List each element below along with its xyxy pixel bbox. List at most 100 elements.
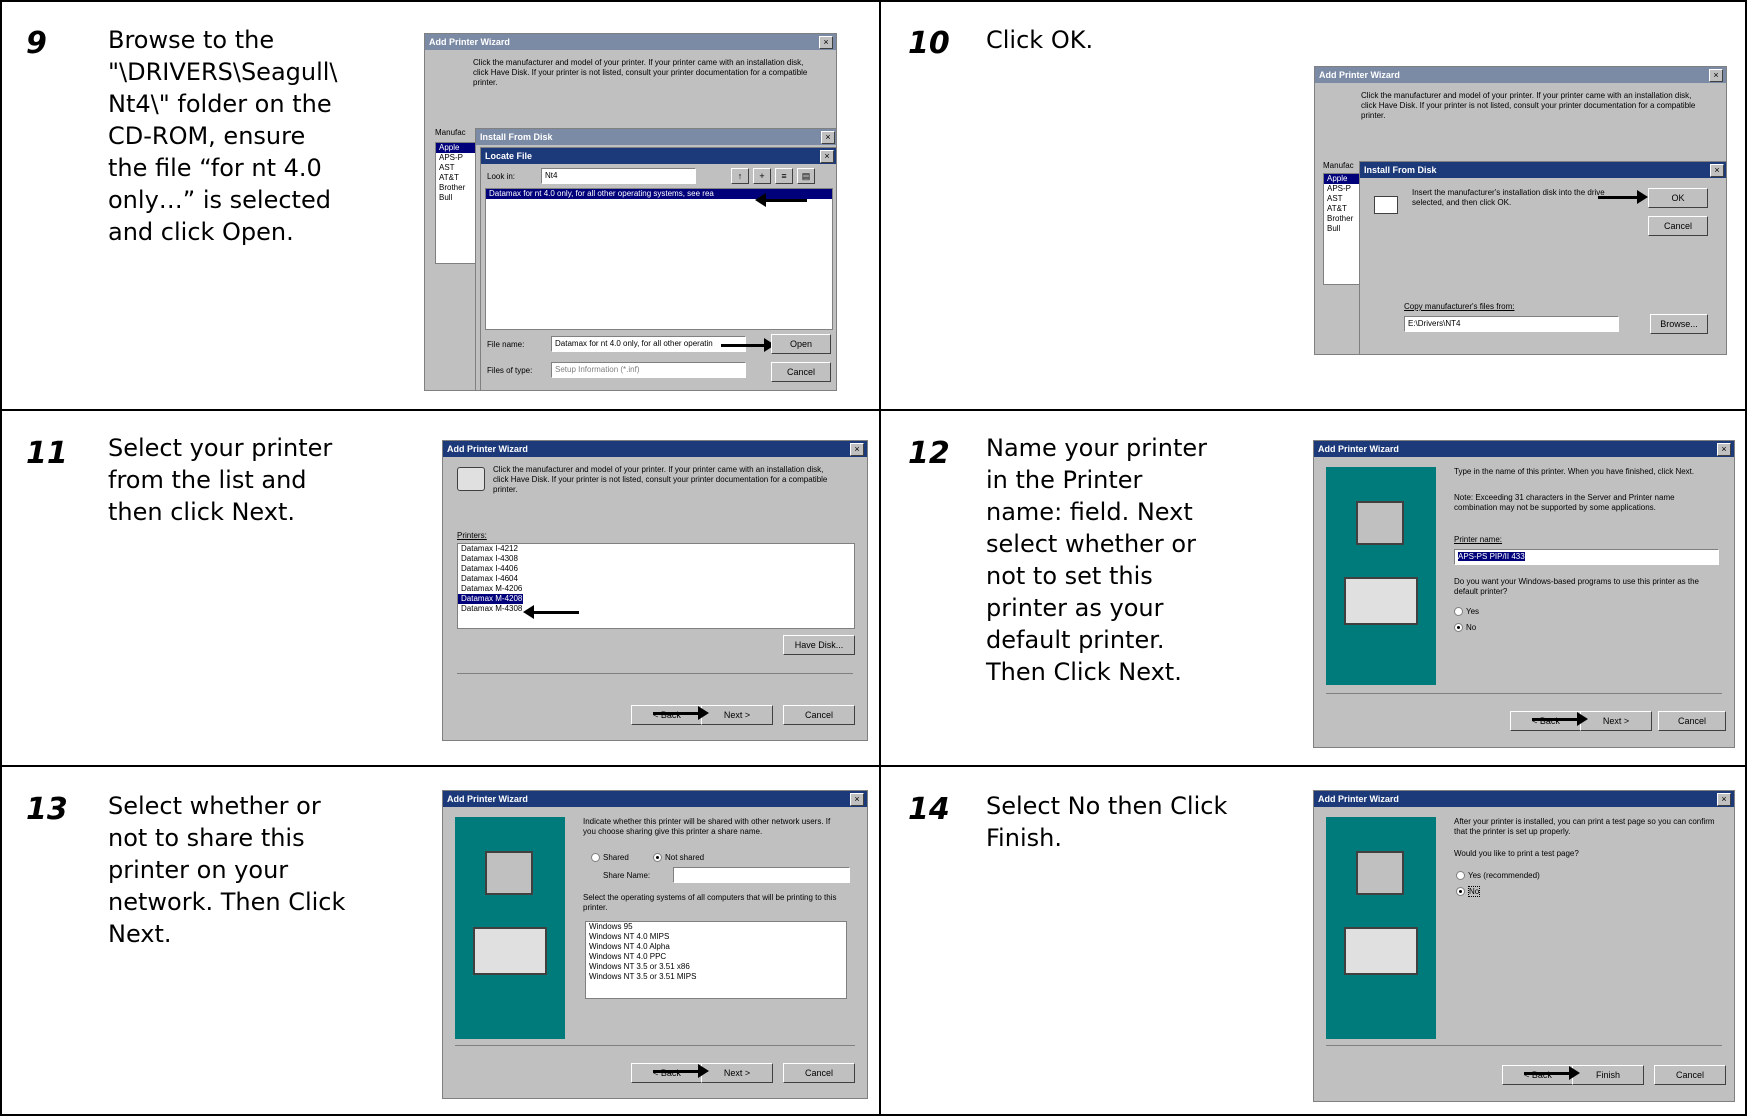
- list-item[interactable]: Windows NT 4.0 PPC: [586, 952, 846, 962]
- details-view-icon[interactable]: ▤: [797, 168, 815, 184]
- no-radio[interactable]: No: [1454, 623, 1476, 633]
- close-icon[interactable]: ×: [820, 150, 834, 163]
- yes-radio[interactable]: Yes: [1454, 607, 1479, 617]
- list-item[interactable]: Datamax M-4206: [458, 584, 854, 594]
- list-item[interactable]: Apple: [1324, 174, 1364, 184]
- back-button[interactable]: < Back: [1510, 711, 1582, 731]
- list-item[interactable]: Windows NT 3.5 or 3.51 MIPS: [586, 972, 846, 982]
- cancel-button[interactable]: Cancel: [783, 705, 855, 725]
- list-item[interactable]: AT&T: [1324, 204, 1364, 214]
- os-instruction: Select the operating systems of all comp…: [583, 893, 837, 912]
- files-of-type-select[interactable]: Setup Information (*.inf): [551, 362, 746, 378]
- printer-name-input[interactable]: APS-PS PIP/II 433: [1454, 549, 1719, 565]
- screenshot-step-13: Add Printer Wizard × Indicate whether th…: [442, 790, 868, 1099]
- os-list[interactable]: Windows 95 Windows NT 4.0 MIPS Windows N…: [585, 921, 847, 999]
- cancel-button[interactable]: Cancel: [771, 362, 831, 382]
- screenshot-step-12: Add Printer Wizard × Type in the name of…: [1313, 440, 1735, 748]
- list-item[interactable]: Windows NT 3.5 or 3.51 x86: [586, 962, 846, 972]
- files-of-type-label: Files of type:: [487, 366, 533, 375]
- file-item[interactable]: Datamax for nt 4.0 only, for all other o…: [486, 189, 832, 199]
- pointer-arrow-icon: [755, 193, 807, 207]
- row-divider: [0, 409, 1747, 411]
- instruction-text: After your printer is installed, you can…: [1454, 817, 1715, 836]
- shared-label: Shared: [603, 853, 629, 862]
- window-title: Add Printer Wizard: [1314, 441, 1734, 457]
- step-instruction: Browse to the "\DRIVERS\Seagull\ Nt4\" f…: [108, 26, 338, 246]
- share-name-label: Share Name:: [603, 871, 651, 880]
- have-disk-button[interactable]: Have Disk...: [783, 635, 855, 655]
- finish-button[interactable]: Finish: [1572, 1065, 1644, 1085]
- list-item[interactable]: Windows NT 4.0 Alpha: [586, 942, 846, 952]
- dialog-title: Install From Disk: [476, 129, 836, 145]
- list-item[interactable]: Windows 95: [586, 922, 846, 932]
- divider: [1326, 693, 1722, 694]
- list-item[interactable]: Datamax M-4208: [458, 594, 523, 604]
- close-icon[interactable]: ×: [1710, 164, 1724, 177]
- back-button[interactable]: < Back: [631, 1063, 703, 1083]
- pointer-arrow-icon: [653, 706, 709, 720]
- divider: [1326, 1045, 1722, 1046]
- file-list[interactable]: Datamax for nt 4.0 only, for all other o…: [485, 188, 833, 330]
- wizard-intro: Click the manufacturer and model of your…: [493, 465, 828, 494]
- up-folder-icon[interactable]: ↑: [731, 168, 749, 184]
- list-item[interactable]: Datamax I-4212: [458, 544, 854, 554]
- pointer-arrow-icon: [653, 1064, 709, 1078]
- share-name-input[interactable]: [673, 867, 850, 883]
- yes-label: Yes: [1466, 607, 1480, 616]
- step-number: 14: [908, 792, 950, 827]
- yes-radio[interactable]: Yes (recommended): [1456, 871, 1540, 881]
- shared-radio[interactable]: Shared: [591, 853, 629, 863]
- yes-label: Yes (recommended): [1468, 871, 1540, 880]
- step-instruction: Click OK.: [986, 26, 1094, 54]
- list-view-icon[interactable]: ≡: [775, 168, 793, 184]
- list-item[interactable]: Bull: [1324, 224, 1364, 234]
- not-shared-radio[interactable]: Not shared: [653, 853, 704, 863]
- list-item[interactable]: Datamax I-4308: [458, 554, 854, 564]
- cancel-button[interactable]: Cancel: [1658, 711, 1726, 731]
- copy-files-label: Copy manufacturer's files from:: [1404, 302, 1515, 311]
- back-button[interactable]: < Back: [631, 705, 703, 725]
- no-radio[interactable]: No: [1456, 886, 1481, 897]
- default-question: Do you want your Windows-based programs …: [1454, 577, 1700, 596]
- list-item[interactable]: APS-P: [1324, 184, 1364, 194]
- printers-list[interactable]: Datamax I-4212 Datamax I-4308 Datamax I-…: [457, 543, 855, 629]
- divider: [457, 673, 853, 674]
- look-in-label: Look in:: [487, 172, 516, 181]
- list-item[interactable]: Brother: [1324, 214, 1364, 224]
- printer-name-label: Printer name:: [1454, 535, 1503, 544]
- browse-button[interactable]: Browse...: [1650, 314, 1708, 334]
- close-icon[interactable]: ×: [850, 793, 864, 806]
- new-folder-icon[interactable]: +: [753, 168, 771, 184]
- close-icon[interactable]: ×: [821, 131, 835, 144]
- cancel-button[interactable]: Cancel: [1648, 216, 1708, 236]
- cancel-button[interactable]: Cancel: [1654, 1065, 1726, 1085]
- close-icon[interactable]: ×: [819, 36, 833, 49]
- next-button[interactable]: Next >: [701, 705, 773, 725]
- list-item[interactable]: Datamax I-4604: [458, 574, 854, 584]
- back-button[interactable]: < Back: [1502, 1065, 1574, 1085]
- printer-icon: [1344, 927, 1418, 975]
- row-divider: [0, 765, 1747, 767]
- close-icon[interactable]: ×: [1717, 443, 1731, 456]
- look-in-select[interactable]: Nt4: [541, 168, 696, 184]
- locate-file-dialog: Locate File × Look in: Nt4 ↑ + ≡ ▤ Datam…: [480, 147, 836, 390]
- list-item[interactable]: Windows NT 4.0 MIPS: [586, 932, 846, 942]
- close-icon[interactable]: ×: [1717, 793, 1731, 806]
- next-button[interactable]: Next >: [701, 1063, 773, 1083]
- step-number: 13: [26, 792, 68, 827]
- screenshot-step-11: Add Printer Wizard × Click the manufactu…: [442, 440, 868, 741]
- ok-button[interactable]: OK: [1648, 188, 1708, 208]
- next-button[interactable]: Next >: [1580, 711, 1652, 731]
- list-item[interactable]: AST: [1324, 194, 1364, 204]
- close-icon[interactable]: ×: [1709, 69, 1723, 82]
- install-from-disk-dialog: Install From Disk × Locate File × Look i…: [475, 128, 836, 390]
- list-item[interactable]: Datamax I-4406: [458, 564, 854, 574]
- close-icon[interactable]: ×: [850, 443, 864, 456]
- computer-icon: [485, 851, 533, 895]
- instruction-text: Indicate whether this printer will be sh…: [583, 817, 831, 836]
- cancel-button[interactable]: Cancel: [783, 1063, 855, 1083]
- list-item[interactable]: Datamax M-4308: [458, 604, 854, 614]
- file-name-input[interactable]: Datamax for nt 4.0 only, for all other o…: [551, 336, 746, 352]
- open-button[interactable]: Open: [771, 334, 831, 354]
- copy-files-input[interactable]: E:\Drivers\NT4: [1404, 316, 1619, 332]
